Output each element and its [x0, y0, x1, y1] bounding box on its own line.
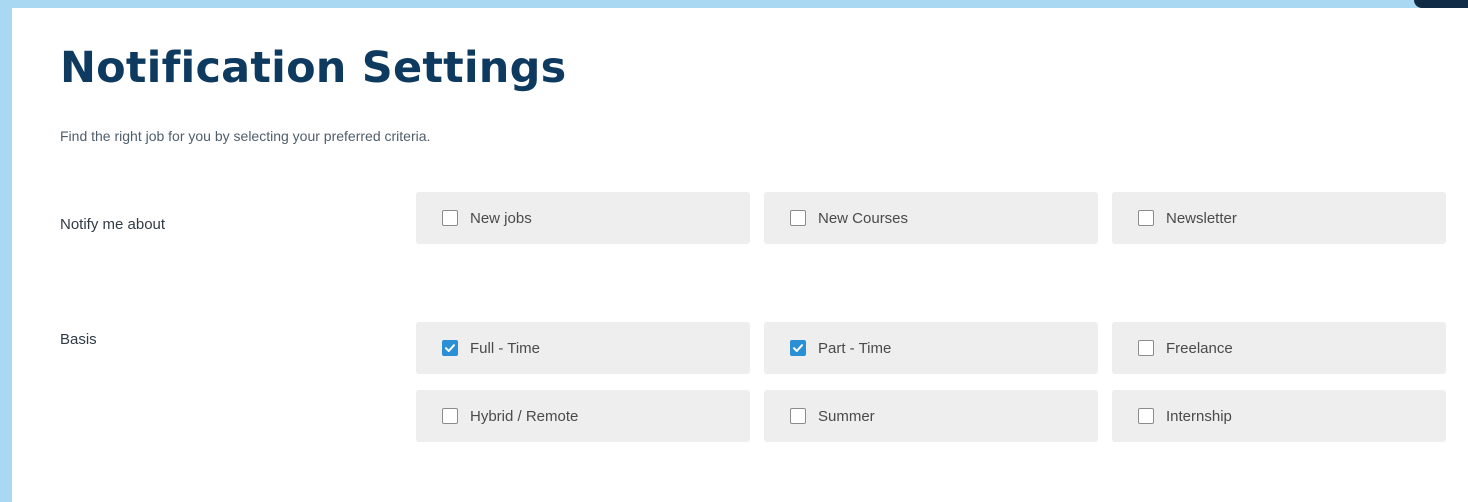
- checkbox[interactable]: [790, 340, 806, 356]
- checkbox[interactable]: [790, 408, 806, 424]
- check-icon: [793, 344, 803, 352]
- option-label: New jobs: [470, 209, 532, 227]
- option-newsletter[interactable]: Newsletter: [1112, 192, 1446, 244]
- option-new-jobs[interactable]: New jobs: [416, 192, 750, 244]
- checkbox[interactable]: [1138, 340, 1154, 356]
- checkbox[interactable]: [1138, 408, 1154, 424]
- check-icon: [445, 344, 455, 352]
- option-internship[interactable]: Internship: [1112, 390, 1446, 442]
- option-label: Freelance: [1166, 339, 1233, 357]
- option-label: Summer: [818, 407, 875, 425]
- notify-row-label: Notify me about: [60, 216, 166, 233]
- checkbox[interactable]: [1138, 210, 1154, 226]
- option-freelance[interactable]: Freelance: [1112, 322, 1446, 374]
- option-label: Part - Time: [818, 339, 892, 357]
- page-frame: Notification Settings Find the right job…: [0, 0, 1468, 502]
- checkbox[interactable]: [442, 408, 458, 424]
- option-label: Hybrid / Remote: [470, 407, 579, 425]
- option-new-courses[interactable]: New Courses: [764, 192, 1098, 244]
- basis-row-label: Basis: [60, 331, 97, 348]
- checkbox[interactable]: [442, 210, 458, 226]
- checkbox[interactable]: [442, 340, 458, 356]
- option-part-time[interactable]: Part - Time: [764, 322, 1098, 374]
- page-subtitle: Find the right job for you by selecting …: [60, 128, 431, 144]
- checkbox[interactable]: [790, 210, 806, 226]
- page-title: Notification Settings: [60, 43, 567, 93]
- option-full-time[interactable]: Full - Time: [416, 322, 750, 374]
- option-hybrid-remote[interactable]: Hybrid / Remote: [416, 390, 750, 442]
- option-label: Internship: [1166, 407, 1232, 425]
- option-label: Full - Time: [470, 339, 541, 357]
- option-label: New Courses: [818, 209, 909, 227]
- corner-accent: [1414, 0, 1468, 8]
- settings-panel: Notification Settings Find the right job…: [12, 8, 1468, 502]
- option-summer[interactable]: Summer: [764, 390, 1098, 442]
- option-label: Newsletter: [1166, 209, 1237, 227]
